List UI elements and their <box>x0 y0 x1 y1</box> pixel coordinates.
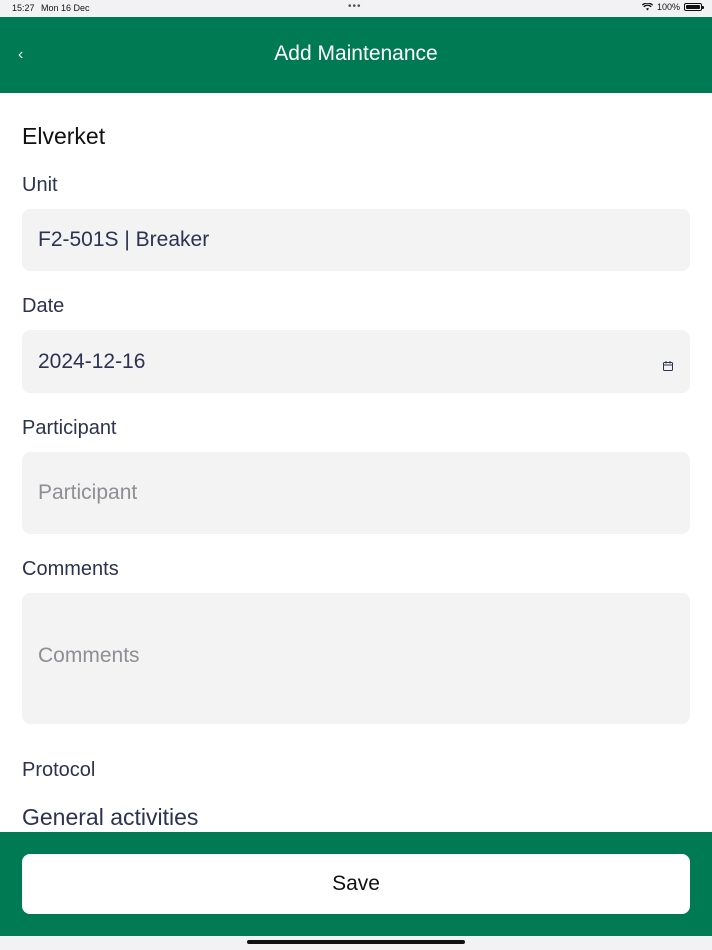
unit-field[interactable]: F2-501S | Breaker <box>22 209 690 271</box>
calendar-icon[interactable] <box>662 354 674 371</box>
navigation-bar: ‹ Add Maintenance <box>0 17 712 93</box>
page-title: Add Maintenance <box>274 42 438 65</box>
form-content[interactable]: Elverket Unit F2-501S | Breaker Date 202… <box>0 93 712 832</box>
date-label: Date <box>22 295 65 317</box>
participant-label: Participant <box>22 417 117 439</box>
status-time: 15:27 <box>12 3 35 13</box>
battery-percent: 100% <box>656 2 680 12</box>
battery-icon <box>684 3 704 11</box>
unit-value: F2-501S | Breaker <box>38 228 210 251</box>
comments-input[interactable] <box>38 643 674 674</box>
status-bar: 15:27 Mon 16 Dec ••• 100% <box>0 0 712 17</box>
wifi-icon <box>641 3 653 11</box>
home-indicator[interactable] <box>247 940 465 944</box>
site-name: Elverket <box>22 123 106 149</box>
protocol-label: Protocol <box>22 759 96 781</box>
comments-label: Comments <box>22 558 119 580</box>
participant-field[interactable] <box>22 452 690 534</box>
status-date: Mon 16 Dec <box>41 3 90 13</box>
comments-field[interactable] <box>22 593 690 724</box>
footer-bar: Save <box>0 832 712 936</box>
unit-label: Unit <box>22 174 58 196</box>
save-button[interactable]: Save <box>22 854 690 914</box>
status-right: 100% <box>641 2 704 12</box>
date-value: 2024-12-16 <box>38 349 146 373</box>
date-field[interactable]: 2024-12-16 <box>22 330 690 393</box>
multitasking-dots[interactable]: ••• <box>348 1 362 12</box>
general-activities-heading: General activities <box>22 804 199 830</box>
participant-input[interactable] <box>38 481 674 505</box>
